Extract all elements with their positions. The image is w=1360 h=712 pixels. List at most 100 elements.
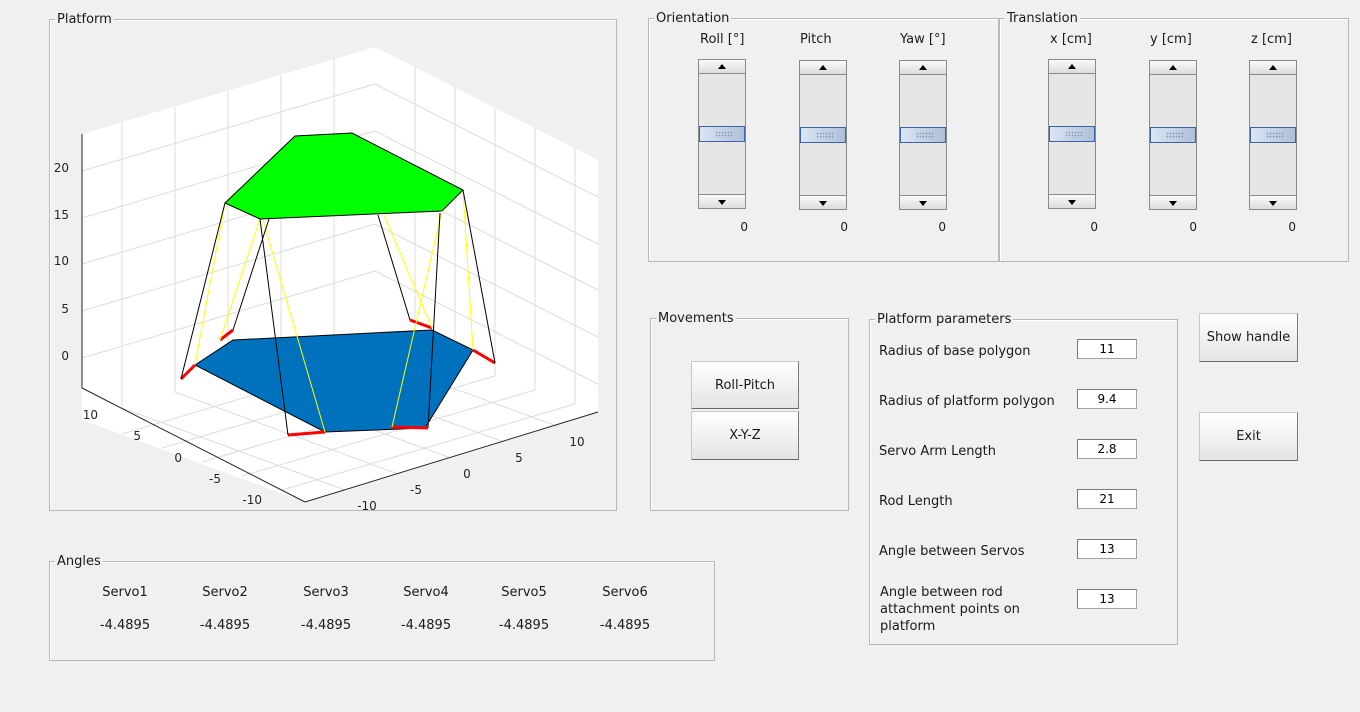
roll-slider-down-button[interactable]: [699, 194, 745, 208]
arrow-down-icon: [718, 200, 726, 205]
servo-angle-value: -4.4895: [498, 618, 550, 633]
platform-radius-field[interactable]: [1077, 389, 1137, 409]
z-label: z [cm]: [1251, 32, 1292, 47]
y-label: y [cm]: [1150, 32, 1192, 47]
y-tick: -10: [242, 493, 262, 507]
yaw-slider-down-button[interactable]: [900, 195, 946, 209]
yaw-slider[interactable]: [899, 60, 947, 210]
x-tick: 10: [569, 435, 584, 449]
x-tick: -5: [410, 483, 422, 497]
servo-name: Servo2: [202, 585, 248, 600]
x-label: x [cm]: [1050, 32, 1092, 47]
z-tick: 15: [54, 208, 69, 222]
angle-rod-attachment-field[interactable]: [1077, 589, 1137, 609]
translation-panel-title: Translation: [1005, 11, 1080, 26]
y-tick: 10: [83, 408, 98, 422]
pitch-slider-thumb[interactable]: [800, 127, 846, 143]
arrow-up-icon: [819, 65, 827, 70]
x-slider-down-button[interactable]: [1049, 194, 1095, 208]
grip-icon: [1166, 132, 1184, 139]
angle-servos-field[interactable]: [1077, 539, 1137, 559]
servo-angle-value: -4.4895: [99, 618, 151, 633]
roll-label: Roll [°]: [700, 32, 745, 47]
z-slider[interactable]: [1249, 60, 1297, 210]
grip-icon: [816, 132, 834, 139]
yaw-slider-thumb[interactable]: [900, 127, 946, 143]
pitch-slider-down-button[interactable]: [800, 195, 846, 209]
platform-parameters-panel-title: Platform parameters: [875, 312, 1014, 327]
arrow-up-icon: [919, 65, 927, 70]
pitch-slider[interactable]: [799, 60, 847, 210]
servo-angle-value: -4.4895: [300, 618, 352, 633]
platform-3d-plot[interactable]: 20 15 10 5 0 10 5 0 -5 -10 -10 -5 0 5 10: [0, 0, 640, 520]
arrow-down-icon: [819, 201, 827, 206]
y-slider-up-button[interactable]: [1150, 61, 1196, 75]
y-slider[interactable]: [1149, 60, 1197, 210]
exit-button[interactable]: Exit: [1199, 412, 1298, 461]
roll-slider-up-button[interactable]: [699, 60, 745, 74]
arrow-up-icon: [1169, 65, 1177, 70]
y-tick: -5: [209, 472, 221, 486]
z-value: 0: [1288, 220, 1296, 234]
roll-pitch-button[interactable]: Roll-Pitch: [691, 361, 799, 409]
param-label-base-radius: Radius of base polygon: [879, 344, 1031, 359]
xyz-button[interactable]: X-Y-Z: [691, 411, 799, 460]
arrow-down-icon: [919, 201, 927, 206]
param-label-platform-radius: Radius of platform polygon: [879, 394, 1055, 409]
param-label-rod-length: Rod Length: [879, 494, 953, 509]
z-tick: 20: [54, 161, 69, 175]
z-tick: 5: [61, 302, 69, 316]
z-slider-up-button[interactable]: [1250, 61, 1296, 75]
arrow-up-icon: [1269, 65, 1277, 70]
arrow-down-icon: [1068, 200, 1076, 205]
y-tick: 0: [174, 451, 182, 465]
roll-slider[interactable]: [698, 59, 746, 209]
movements-panel-title: Movements: [656, 311, 736, 326]
base-radius-field[interactable]: [1077, 339, 1137, 359]
pitch-slider-up-button[interactable]: [800, 61, 846, 75]
x-tick: -10: [357, 499, 377, 513]
servo-angle-value: -4.4895: [599, 618, 651, 633]
grip-icon: [715, 131, 733, 138]
servo-angle-value: -4.4895: [400, 618, 452, 633]
arrow-down-icon: [1169, 201, 1177, 206]
pitch-value: 0: [840, 220, 848, 234]
param-label-servo-arm-length: Servo Arm Length: [879, 444, 997, 459]
servo-name: Servo4: [403, 585, 449, 600]
angles-panel: Angles: [49, 554, 715, 661]
x-slider[interactable]: [1048, 59, 1096, 209]
x-tick: 5: [515, 451, 523, 465]
z-slider-down-button[interactable]: [1250, 195, 1296, 209]
angles-panel-title: Angles: [55, 554, 103, 569]
z-tick: 0: [61, 349, 69, 363]
servo-angle-value: -4.4895: [199, 618, 251, 633]
pitch-label: Pitch: [800, 32, 832, 47]
roll-slider-thumb[interactable]: [699, 126, 745, 142]
arrow-up-icon: [1068, 64, 1076, 69]
x-tick: 0: [463, 467, 471, 481]
rod-length-field[interactable]: [1077, 489, 1137, 509]
servo-name: Servo1: [102, 585, 148, 600]
param-label-angle-servos: Angle between Servos: [879, 544, 1025, 559]
servo-arm-length-field[interactable]: [1077, 439, 1137, 459]
param-label-angle-rod-attachment: Angle between rod attachment points on p…: [880, 585, 1020, 634]
grip-icon: [1065, 131, 1083, 138]
y-slider-down-button[interactable]: [1150, 195, 1196, 209]
grip-icon: [1266, 132, 1284, 139]
x-slider-up-button[interactable]: [1049, 60, 1095, 74]
orientation-panel-title: Orientation: [654, 11, 732, 26]
roll-value: 0: [740, 220, 748, 234]
yaw-value: 0: [938, 220, 946, 234]
y-tick: 5: [133, 429, 141, 443]
servo-name: Servo6: [602, 585, 648, 600]
y-value: 0: [1189, 220, 1197, 234]
z-slider-thumb[interactable]: [1250, 127, 1296, 143]
show-handle-button[interactable]: Show handle: [1199, 313, 1298, 362]
servo-name: Servo3: [303, 585, 349, 600]
arrow-down-icon: [1269, 201, 1277, 206]
x-slider-thumb[interactable]: [1049, 126, 1095, 142]
y-slider-thumb[interactable]: [1150, 127, 1196, 143]
yaw-slider-up-button[interactable]: [900, 61, 946, 75]
x-value: 0: [1090, 220, 1098, 234]
yaw-label: Yaw [°]: [900, 32, 946, 47]
